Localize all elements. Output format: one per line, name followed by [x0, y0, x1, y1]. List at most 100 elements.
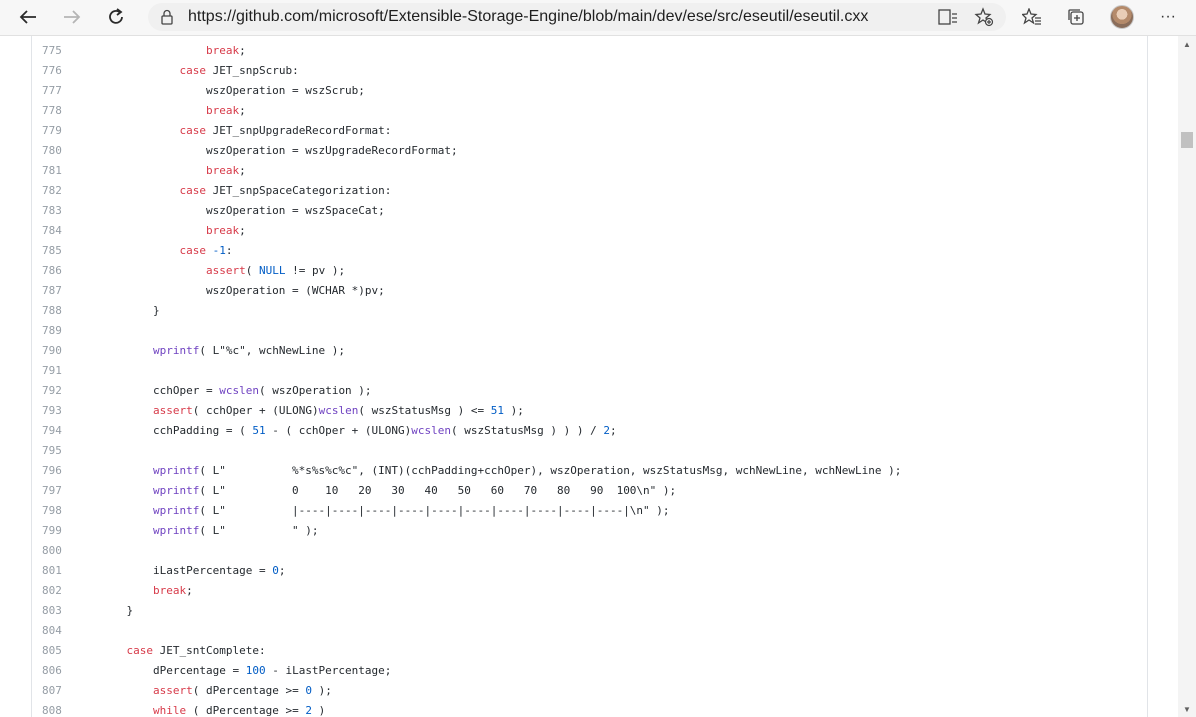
code-line: 787 wszOperation = (WCHAR *)pv; [0, 281, 1140, 301]
code-text: iLastPercentage = 0; [100, 564, 286, 577]
code-text: } [100, 304, 160, 317]
code-line: 776 case JET_snpScrub: [0, 61, 1140, 81]
forward-button[interactable] [58, 4, 86, 30]
code-text: dPercentage = 100 - iLastPercentage; [100, 664, 392, 677]
code-text: break; [205, 104, 246, 117]
code-line: 807 assert( dPercentage >= 0 ); [0, 681, 1140, 701]
collections-icon [1068, 9, 1084, 25]
url-text[interactable]: https://github.com/microsoft/Extensible-… [188, 8, 868, 26]
code-line: 805 case JET_sntComplete: [0, 641, 1140, 661]
line-number[interactable]: 802 [42, 581, 74, 601]
lock-icon[interactable] [160, 9, 174, 30]
code-text: case JET_snpUpgradeRecordFormat: [179, 124, 392, 137]
forward-arrow-icon [64, 10, 81, 24]
line-number[interactable]: 787 [42, 281, 74, 301]
code-line: 779 case JET_snpUpgradeRecordFormat: [0, 121, 1140, 141]
profile-button[interactable] [1108, 4, 1136, 30]
scroll-up-arrow-icon[interactable]: ▲ [1178, 36, 1196, 52]
code-line: 797 wprintf( L" 0 10 20 30 40 50 60 70 8… [0, 481, 1140, 501]
line-number[interactable]: 798 [42, 501, 74, 521]
code-line: 801 iLastPercentage = 0; [0, 561, 1140, 581]
line-number[interactable]: 794 [42, 421, 74, 441]
code-line: 789 [0, 321, 1140, 341]
code-line: 788 } [0, 301, 1140, 321]
line-number[interactable]: 781 [42, 161, 74, 181]
line-number[interactable]: 776 [42, 61, 74, 81]
code-text: wprintf( L" " ); [152, 524, 319, 537]
favorites-button[interactable] [1018, 4, 1046, 30]
code-line: 784 break; [0, 221, 1140, 241]
code-line: 793 assert( cchOper + (ULONG)wcslen( wsz… [0, 401, 1140, 421]
code-line: 778 break; [0, 101, 1140, 121]
code-line: 782 case JET_snpSpaceCategorization: [0, 181, 1140, 201]
code-line: 806 dPercentage = 100 - iLastPercentage; [0, 661, 1140, 681]
line-number[interactable]: 795 [42, 441, 74, 461]
code-text: wprintf( L" |----|----|----|----|----|--… [152, 504, 670, 517]
code-text: while ( dPercentage >= 2 ) [152, 704, 326, 717]
line-number[interactable]: 793 [42, 401, 74, 421]
code-text: cchOper = wcslen( wszOperation ); [100, 384, 372, 397]
code-text: assert( NULL != pv ); [205, 264, 346, 277]
line-number[interactable]: 790 [42, 341, 74, 361]
line-number[interactable]: 783 [42, 201, 74, 221]
more-menu-button[interactable]: ··· [1154, 4, 1182, 30]
line-number[interactable]: 784 [42, 221, 74, 241]
line-number[interactable]: 775 [42, 41, 74, 61]
line-number[interactable]: 778 [42, 101, 74, 121]
line-number[interactable]: 792 [42, 381, 74, 401]
line-number[interactable]: 796 [42, 461, 74, 481]
add-favorite-icon[interactable] [974, 7, 994, 32]
back-arrow-icon [19, 10, 36, 24]
favorites-icon [1022, 8, 1041, 25]
line-number[interactable]: 797 [42, 481, 74, 501]
line-number[interactable]: 791 [42, 361, 74, 381]
line-number[interactable]: 805 [42, 641, 74, 661]
code-line: 790 wprintf( L"%c", wchNewLine ); [0, 341, 1140, 361]
code-text: case -1: [179, 244, 233, 257]
address-bar[interactable]: https://github.com/microsoft/Extensible-… [148, 3, 1006, 31]
line-number[interactable]: 807 [42, 681, 74, 701]
scrollbar-thumb[interactable] [1181, 132, 1193, 148]
code-line: 783 wszOperation = wszSpaceCat; [0, 201, 1140, 221]
code-line: 777 wszOperation = wszScrub; [0, 81, 1140, 101]
scroll-down-arrow-icon[interactable]: ▼ [1178, 701, 1196, 717]
code-text: wszOperation = wszScrub; [100, 84, 365, 97]
code-text: case JET_snpScrub: [179, 64, 299, 77]
line-number[interactable]: 779 [42, 121, 74, 141]
line-number[interactable]: 800 [42, 541, 74, 561]
code-text: } [100, 604, 134, 617]
code-line: 792 cchOper = wcslen( wszOperation ); [0, 381, 1140, 401]
code-text: break; [205, 164, 246, 177]
line-number[interactable]: 804 [42, 621, 74, 641]
line-number[interactable]: 785 [42, 241, 74, 261]
code-line: 786 assert( NULL != pv ); [0, 261, 1140, 281]
line-number[interactable]: 789 [42, 321, 74, 341]
vertical-scrollbar[interactable]: ▲ ▼ [1178, 36, 1196, 717]
code-text: case JET_sntComplete: [126, 644, 266, 657]
line-number[interactable]: 799 [42, 521, 74, 541]
browser-toolbar: https://github.com/microsoft/Extensible-… [0, 0, 1196, 36]
code-text: wprintf( L"%c", wchNewLine ); [152, 344, 346, 357]
code-line: 775 break; [0, 41, 1140, 61]
code-line: 780 wszOperation = wszUpgradeRecordForma… [0, 141, 1140, 161]
code-line: 804 [0, 621, 1140, 641]
code-line: 803 } [0, 601, 1140, 621]
code-line: 800 [0, 541, 1140, 561]
more-menu-icon: ··· [1160, 8, 1176, 25]
line-number[interactable]: 801 [42, 561, 74, 581]
line-number[interactable]: 786 [42, 261, 74, 281]
line-number[interactable]: 788 [42, 301, 74, 321]
line-number[interactable]: 777 [42, 81, 74, 101]
code-text: wszOperation = wszSpaceCat; [100, 204, 385, 217]
refresh-button[interactable] [102, 4, 130, 30]
line-number[interactable]: 806 [42, 661, 74, 681]
back-button[interactable] [14, 4, 42, 30]
collections-button[interactable] [1063, 4, 1091, 30]
line-number[interactable]: 808 [42, 701, 74, 717]
line-number[interactable]: 782 [42, 181, 74, 201]
line-number[interactable]: 803 [42, 601, 74, 621]
line-number[interactable]: 780 [42, 141, 74, 161]
code-viewer: 775 break; 776 case JET_snpScrub: 777 wszO… [0, 36, 1178, 717]
immersive-reader-icon[interactable] [938, 8, 958, 31]
code-text: cchPadding = ( 51 - ( cchOper + (ULONG)w… [100, 424, 617, 437]
